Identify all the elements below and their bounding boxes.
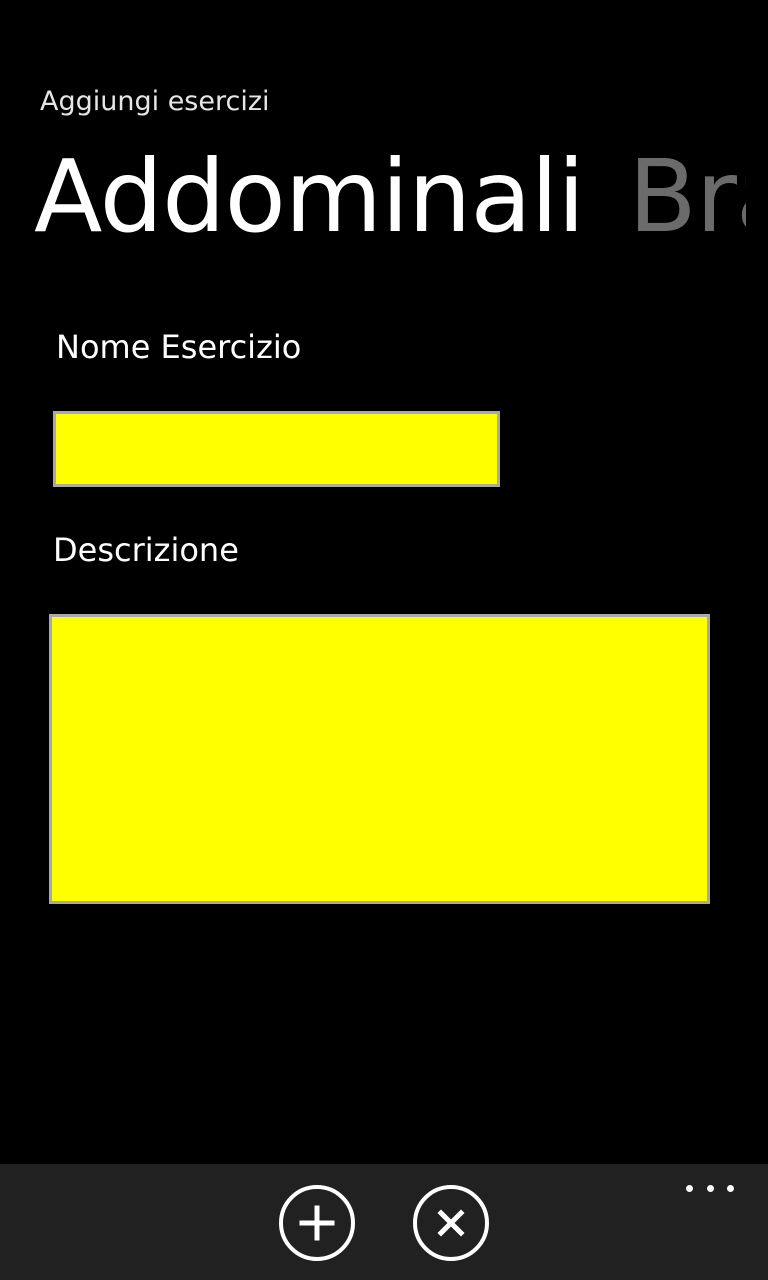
ellipsis-icon[interactable] <box>686 1178 734 1198</box>
pivot-header: Addominali Braccia <box>34 132 746 262</box>
description-label: Descrizione <box>53 531 239 569</box>
exercise-name-label: Nome Esercizio <box>56 328 302 366</box>
exercise-name-input[interactable] <box>53 411 500 487</box>
add-icon <box>299 1205 335 1241</box>
app-title: Aggiungi esercizi <box>40 86 270 117</box>
pivot-item-braccia[interactable]: Braccia <box>628 132 746 262</box>
app-page: Aggiungi esercizi Addominali Braccia Nome… <box>0 0 768 1280</box>
ellipsis-dot <box>706 1184 714 1192</box>
cancel-button[interactable] <box>413 1185 489 1261</box>
cancel-icon <box>437 1209 465 1237</box>
ellipsis-dot <box>727 1184 734 1192</box>
description-input[interactable] <box>49 614 710 904</box>
app-bar <box>0 1164 768 1280</box>
add-button[interactable] <box>279 1185 355 1261</box>
ellipsis-dot <box>686 1184 693 1192</box>
pivot-item-addominali[interactable]: Addominali <box>34 132 585 262</box>
